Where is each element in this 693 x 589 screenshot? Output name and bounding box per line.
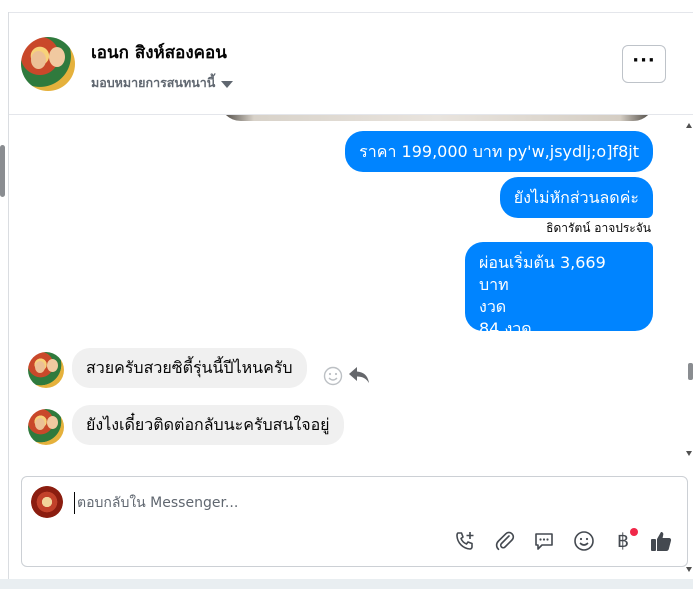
assign-conversation-label: มอบหมายการสนทนานี้ [91,75,216,90]
reply-input[interactable] [74,492,634,514]
chat-bubble-icon [535,533,553,550]
contact-avatar-small[interactable] [28,352,64,388]
notification-dot [630,528,638,536]
chat-scrollbar[interactable] [686,115,693,465]
shared-image-attachment[interactable] [219,115,655,121]
page-avatar [31,486,63,518]
scroll-down-arrow-icon[interactable] [686,567,692,572]
emoji-button[interactable] [572,529,596,553]
left-scrollbar-thumb[interactable] [0,145,5,197]
like-button[interactable] [649,529,673,553]
contact-avatar[interactable] [21,37,75,91]
incoming-message[interactable]: ยังไงเดี๋ยวติดต่อกลับนะครับสนใจอยู่ [72,405,344,445]
contact-name[interactable]: เอนก สิงห์สองคอน [91,39,227,66]
outgoing-message[interactable]: ยังไม่หักส่วนลดค่ะ [499,177,653,218]
page-footer-strip [0,579,693,589]
scroll-down-arrow-icon[interactable] [686,451,692,456]
outgoing-message[interactable]: ผ่อนเริ่มต้น 3,669 บาท งวด 84 งวด [465,242,653,338]
scroll-up-arrow-icon[interactable] [686,123,692,128]
more-dots-icon: ··· [632,50,656,71]
assign-conversation-dropdown[interactable]: มอบหมายการสนทนานี้ [91,73,234,93]
reply-composer: ฿ [21,476,688,567]
smiley-react-icon[interactable] [323,366,343,386]
call-button[interactable] [453,529,477,553]
outgoing-message[interactable]: ราคา 199,000 บาท py'w,jsydlj;o]f8jt [345,131,653,172]
message-thread: ราคา 199,000 บาท py'w,jsydlj;o]f8jt ยังไ… [9,115,685,465]
chat-scrollbar-thumb[interactable] [688,363,693,380]
conversation-header: เอนก สิงห์สองคอน มอบหมายการสนทนานี้ ··· [9,13,693,115]
saved-replies-button[interactable] [532,529,556,553]
emoji-icon [574,531,594,551]
baht-icon: ฿ [616,530,630,552]
reply-arrow-icon[interactable] [347,364,371,386]
contact-avatar-small[interactable] [28,409,64,445]
phone-add-icon [456,532,474,550]
attach-button[interactable] [493,529,517,553]
thumbs-up-icon [651,532,672,551]
sender-name-label: ธิดารัตน์ อาจประจัน [546,221,651,235]
incoming-message[interactable]: สวยครับสวยซิตี้รุ่นนี้ปีไหนครับ [72,348,307,388]
more-options-button[interactable]: ··· [622,45,666,83]
paperclip-icon [495,531,515,551]
caret-down-icon [221,80,234,88]
